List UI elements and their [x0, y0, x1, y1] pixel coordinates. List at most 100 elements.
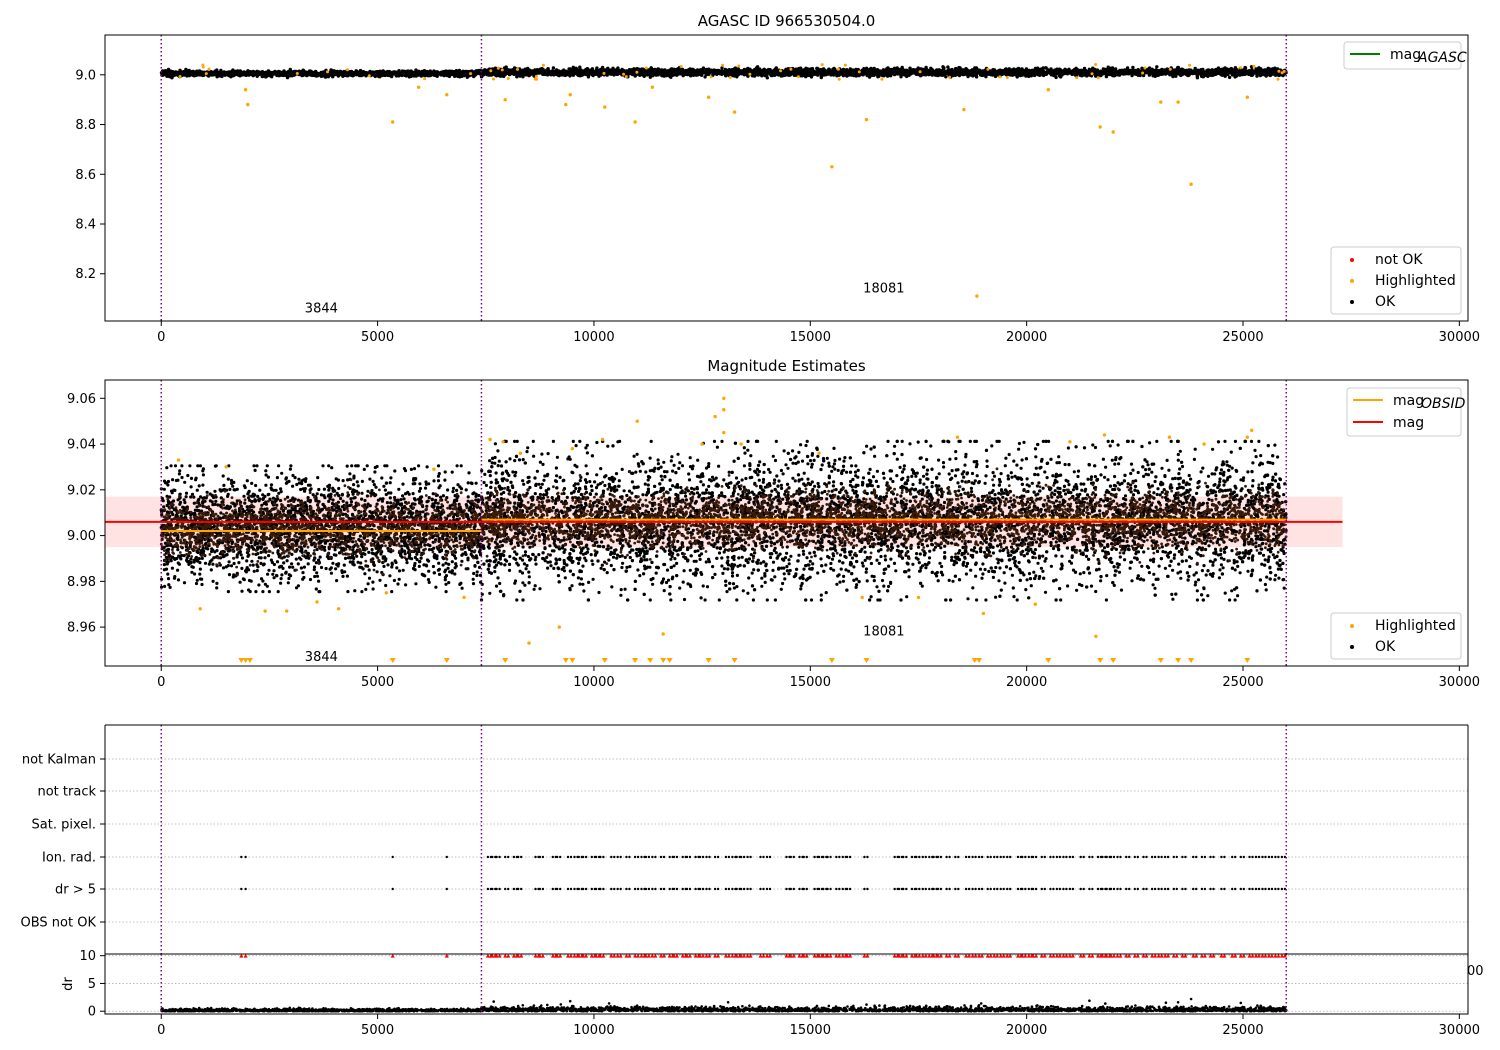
data-point [286, 70, 290, 74]
data-point [343, 71, 348, 76]
data-point [976, 70, 980, 75]
data-point [1125, 66, 1130, 70]
data-point [673, 72, 677, 76]
data-point [854, 73, 859, 78]
data-point [199, 72, 203, 77]
data-point [885, 68, 889, 73]
data-point [371, 70, 375, 74]
data-point [1164, 71, 1168, 75]
data-point [255, 69, 259, 74]
data-point [1184, 72, 1189, 77]
data-point [491, 69, 496, 74]
data-point [280, 73, 284, 78]
data-point [1032, 69, 1037, 74]
data-point [664, 73, 669, 78]
data-point [784, 69, 788, 73]
agasc-magnitude-panel: 3844180810 5000 10000 15000 20000 25000 300008… [75, 12, 1480, 345]
data-point [1010, 73, 1015, 77]
data-point [591, 69, 595, 74]
data-point [240, 72, 244, 76]
data-point [967, 69, 971, 73]
data-point [277, 70, 282, 75]
data-point [1044, 66, 1048, 70]
data-point [768, 70, 772, 74]
data-point [1054, 75, 1058, 80]
data-point [506, 70, 510, 74]
data-point [1213, 68, 1217, 73]
data-point [336, 72, 340, 76]
data-point [1067, 67, 1071, 72]
data-point [397, 71, 402, 76]
data-point [1032, 73, 1036, 77]
data-point [701, 66, 706, 70]
data-point [826, 71, 830, 75]
figure-canvas: 3844180810 5000 10000 15000 20000 25000 300008… [21, 12, 1484, 1038]
data-point [900, 71, 904, 76]
data-point [1120, 68, 1124, 73]
data-point [350, 72, 354, 77]
data-point [1130, 73, 1134, 78]
data-point [937, 68, 941, 72]
data-point [411, 74, 415, 78]
data-point [378, 69, 382, 74]
data-point [963, 71, 967, 76]
data-point [462, 71, 466, 76]
data-point [819, 75, 823, 80]
data-point [760, 74, 764, 78]
data-point [355, 70, 359, 74]
data-point [358, 73, 362, 78]
data-point [1236, 73, 1240, 77]
data-point [1257, 67, 1262, 72]
data-point [568, 67, 572, 71]
data-point [930, 71, 935, 75]
data-point [476, 68, 481, 73]
data-point [1064, 70, 1069, 74]
data-point [798, 66, 803, 70]
data-point [1234, 68, 1238, 73]
data-point [1013, 69, 1017, 73]
data-point [471, 71, 475, 76]
data-point [268, 71, 272, 76]
data-point [584, 70, 589, 74]
data-point [591, 73, 595, 78]
data-point [264, 75, 268, 79]
data-point [1128, 69, 1132, 74]
data-point [692, 72, 696, 77]
data-point [611, 72, 615, 76]
data-point [1058, 71, 1063, 75]
data-point [361, 72, 365, 77]
data-point [1106, 65, 1110, 69]
data-point [904, 68, 908, 73]
data-point [167, 72, 171, 76]
plot-area [159, 63, 1288, 298]
data-point [229, 71, 233, 75]
data-point [207, 70, 211, 75]
data-point [194, 72, 198, 76]
data-point [1226, 68, 1230, 72]
data-point [974, 75, 979, 79]
data-point [551, 66, 556, 70]
data-point [1039, 67, 1044, 71]
data-point [445, 72, 449, 76]
data-point [1195, 76, 1200, 80]
data-point [223, 73, 227, 77]
data-point [1103, 67, 1108, 72]
data-point [541, 67, 545, 72]
data-point [700, 71, 704, 76]
data-point [815, 66, 819, 71]
data-point [1158, 69, 1162, 73]
data-point [944, 75, 948, 79]
data-point [765, 76, 769, 80]
data-point [402, 73, 407, 77]
data-point [407, 75, 411, 79]
data-point [909, 71, 913, 76]
data-point [311, 72, 315, 77]
data-point [1229, 66, 1234, 71]
ok-points [159, 65, 1288, 80]
data-point [184, 67, 188, 72]
data-point [365, 71, 370, 75]
data-point [1131, 65, 1135, 70]
data-point [899, 75, 903, 79]
data-point [606, 66, 610, 71]
data-point [815, 70, 819, 75]
